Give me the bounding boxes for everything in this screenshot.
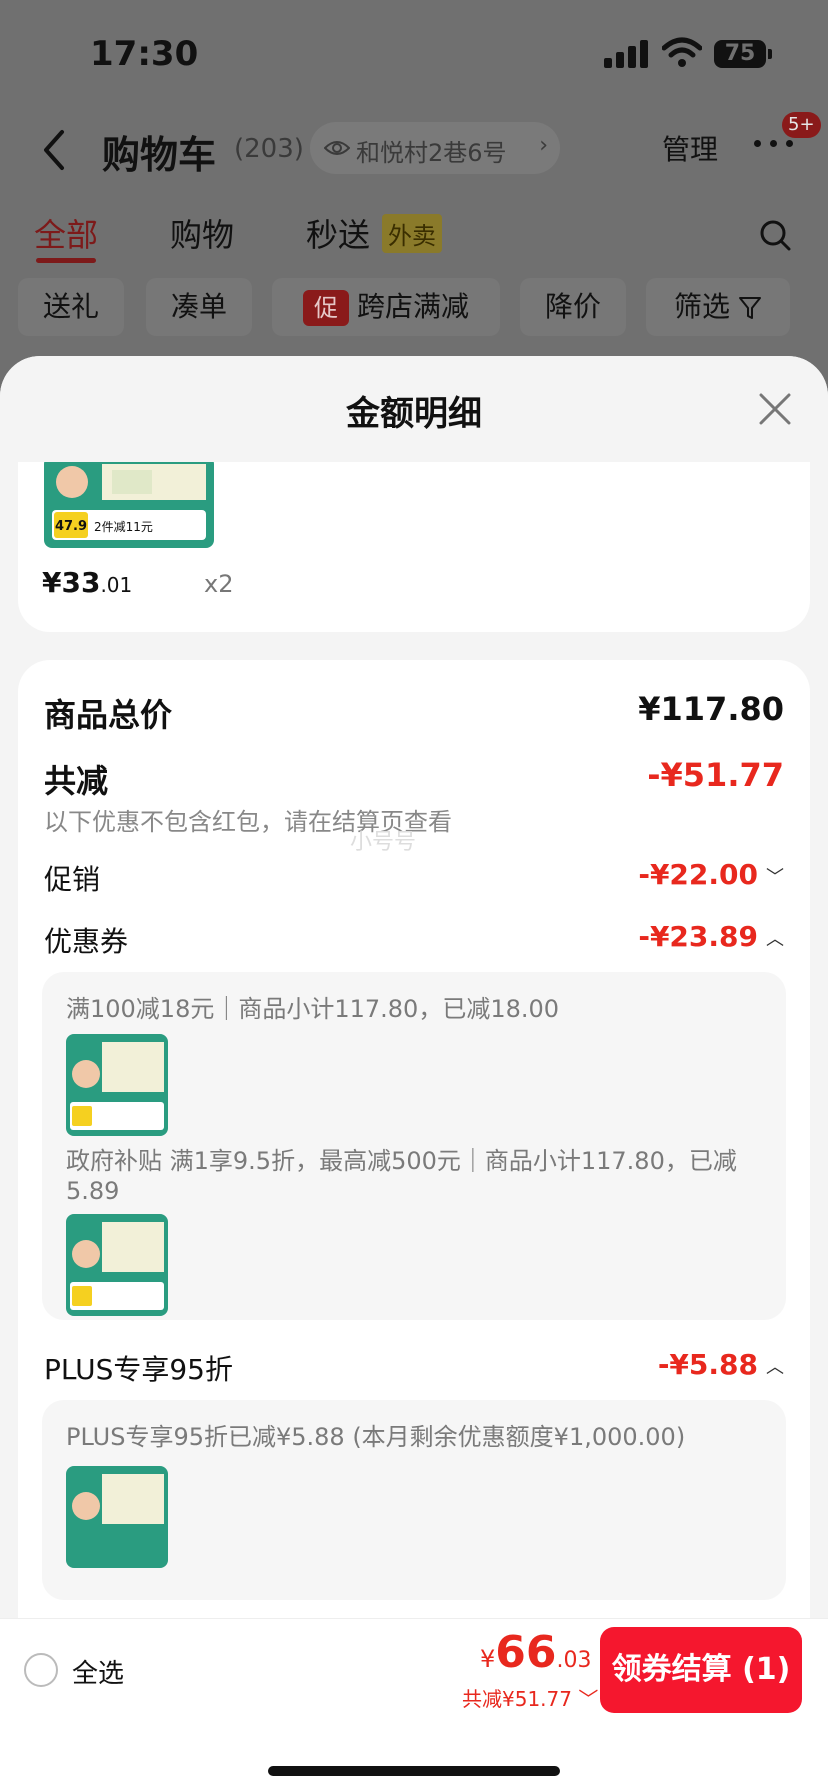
waimai-tag: 外卖 bbox=[382, 214, 442, 253]
cart-tabs: 全部 购物 秒送 外卖 bbox=[0, 206, 828, 266]
tab-all[interactable]: 全部 bbox=[34, 210, 98, 256]
search-icon[interactable] bbox=[758, 218, 792, 252]
home-indicator[interactable] bbox=[268, 1766, 560, 1776]
filter-cross-store[interactable]: 促跨店满减 bbox=[272, 278, 500, 336]
coupon-row[interactable]: 优惠券 -¥23.89 ︿ bbox=[44, 920, 784, 960]
plus-value: -¥5.88 bbox=[657, 1348, 758, 1381]
promo-label: 促销 bbox=[44, 863, 101, 896]
signal-icon bbox=[604, 40, 648, 68]
discount-row: 共减 -¥51.77 bbox=[44, 756, 784, 800]
sheet-title: 金额明细 bbox=[346, 394, 482, 434]
message-badge: 5+ bbox=[782, 112, 821, 138]
tab-instant[interactable]: 秒送 bbox=[306, 210, 370, 256]
coupon-value-wrap: -¥23.89 ︿ bbox=[638, 920, 784, 953]
checkout-bar: 全选 ¥66.03 共减¥51.77 ﹀ 领券结算 (1) bbox=[0, 1618, 828, 1718]
total-price: ¥66.03 bbox=[480, 1627, 592, 1678]
select-all-radio-icon[interactable] bbox=[24, 1653, 58, 1687]
tab-underline bbox=[36, 258, 96, 263]
promo-row[interactable]: 促销 -¥22.00 ﹀ bbox=[44, 858, 784, 898]
total-discount-toggle[interactable]: 共减¥51.77 ﹀ bbox=[462, 1683, 598, 1712]
chevron-up-icon: ︿ bbox=[766, 1357, 784, 1378]
page-title: 购物车 bbox=[102, 133, 217, 177]
item-quantity: x2 bbox=[204, 570, 234, 598]
filter-cross-store-label: 跨店满减 bbox=[356, 290, 469, 323]
promo-icon: 促 bbox=[302, 290, 349, 326]
manage-button[interactable]: 管理 bbox=[662, 128, 718, 168]
coupon-label: 优惠券 bbox=[44, 925, 129, 958]
chevron-up-icon: ︿ bbox=[766, 929, 784, 950]
filter-gift[interactable]: 送礼 bbox=[18, 278, 124, 336]
discount-value: -¥51.77 bbox=[647, 756, 784, 794]
select-all-label[interactable]: 全选 bbox=[72, 1653, 124, 1690]
address-selector[interactable]: 和悦村2巷6号 › bbox=[310, 122, 560, 174]
total-value: ¥117.80 bbox=[638, 690, 784, 728]
total-label: 商品总价 bbox=[44, 696, 173, 734]
eye-icon bbox=[324, 141, 350, 155]
wifi-icon bbox=[662, 37, 702, 67]
filter-price-drop[interactable]: 降价 bbox=[520, 278, 626, 336]
filter-bar: 送礼 凑单 促跨店满减 降价 筛选 bbox=[0, 278, 828, 338]
clock: 17:30 bbox=[90, 34, 199, 74]
sheet-header: 金额明细 bbox=[0, 356, 828, 462]
product-image-badge: 47.9 bbox=[55, 519, 87, 534]
plus-value-wrap: -¥5.88 ︿ bbox=[658, 1348, 784, 1381]
close-icon[interactable] bbox=[758, 392, 792, 426]
plus-label: PLUS专享95折 bbox=[44, 1353, 233, 1386]
home-area bbox=[0, 1718, 828, 1792]
watermark: 小号号 bbox=[350, 830, 417, 855]
nav-bar: 购物车 (203) 和悦村2巷6号 › 管理 5+ bbox=[0, 110, 828, 190]
coupon-detail-box: 满100减18元｜商品小计117.80，已减18.00 政府补贴 满1享9.5折… bbox=[42, 972, 786, 1320]
tab-shopping[interactable]: 购物 bbox=[170, 210, 234, 256]
product-thumbnail bbox=[66, 1214, 168, 1316]
promo-value: -¥22.00 bbox=[638, 858, 758, 891]
promo-value-wrap: -¥22.00 ﹀ bbox=[638, 858, 784, 891]
product-image-promo: 2件减11元 bbox=[94, 520, 153, 534]
coupon-detail-1: 满100减18元｜商品小计117.80，已减18.00 bbox=[66, 995, 560, 1023]
more-icon[interactable] bbox=[752, 138, 796, 150]
coupon-value: -¥23.89 bbox=[638, 920, 758, 953]
product-image[interactable]: 47.9 2件减11元 bbox=[44, 456, 214, 548]
address-text: 和悦村2巷6号 bbox=[356, 139, 507, 167]
discount-label: 共减 bbox=[44, 762, 109, 800]
filter-label: 筛选 bbox=[673, 290, 730, 323]
product-thumbnail bbox=[66, 1034, 168, 1136]
funnel-icon bbox=[739, 297, 761, 319]
amount-detail-sheet: 金额明细 47.9 2件减11元 ¥33.01 x2 商品总价 ¥117.80 bbox=[0, 356, 828, 1792]
status-bar: 17:30 75 bbox=[0, 0, 828, 110]
filter-button[interactable]: 筛选 bbox=[646, 278, 790, 336]
back-icon[interactable] bbox=[40, 128, 70, 172]
plus-detail-box: PLUS专享95折已减¥5.88 (本月剩余优惠额度¥1,000.00) bbox=[42, 1400, 786, 1600]
total-row: 商品总价 ¥117.80 bbox=[44, 690, 784, 734]
product-thumbnail bbox=[66, 1466, 168, 1568]
cart-count: (203) bbox=[234, 134, 304, 164]
item-price: ¥33.01 bbox=[42, 566, 133, 599]
coupon-detail-2: 政府补贴 满1享9.5折，最高减500元｜商品小计117.80，已减5.89 bbox=[66, 1147, 737, 1205]
plus-detail: PLUS专享95折已减¥5.88 (本月剩余优惠额度¥1,000.00) bbox=[66, 1423, 686, 1451]
battery-icon: 75 bbox=[714, 40, 772, 68]
checkout-button[interactable]: 领券结算 (1) bbox=[600, 1627, 802, 1713]
plus-row[interactable]: PLUS专享95折 -¥5.88 ︿ bbox=[44, 1348, 784, 1388]
filter-collect[interactable]: 凑单 bbox=[146, 278, 252, 336]
chevron-down-icon: ﹀ bbox=[766, 867, 784, 888]
chevron-right-icon: › bbox=[539, 133, 548, 158]
